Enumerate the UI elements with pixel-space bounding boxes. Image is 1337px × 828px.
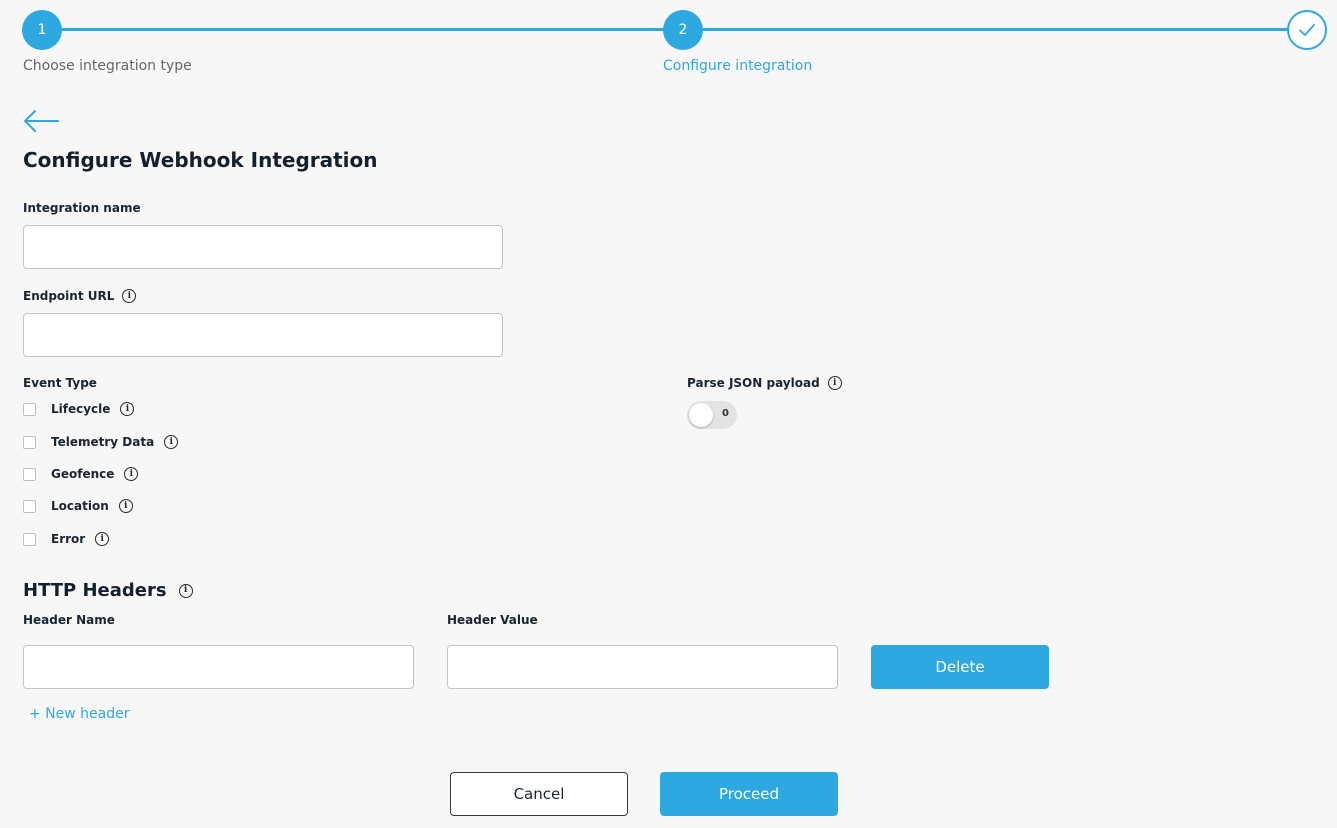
cancel-button[interactable]: Cancel [450,772,628,816]
info-icon[interactable]: i [124,467,139,481]
back-button[interactable] [22,108,60,134]
event-type-lifecycle-checkbox[interactable]: Lifecycle i [23,402,135,416]
new-header-link[interactable]: + New header [29,706,130,722]
toggle-knob [689,403,713,427]
step-1-indicator: 1 [22,10,62,50]
header-name-label: Header Name [23,613,115,627]
header-value-label-text: Header Value [447,613,538,627]
header-name-input[interactable] [23,645,414,689]
event-type-label: Event Type [23,376,97,390]
page-title: Configure Webhook Integration [23,148,378,172]
http-headers-title-text: HTTP Headers [23,580,167,601]
info-icon[interactable]: i [164,435,179,449]
event-type-geofence-checkbox[interactable]: Geofence i [23,467,139,481]
check-icon [1299,24,1315,36]
step-3-indicator [1287,10,1327,50]
checkbox-label: Geofence [51,467,115,481]
endpoint-url-input[interactable] [23,313,503,357]
checkbox-box[interactable] [23,499,36,513]
parse-json-label: Parse JSON payload i [687,376,842,390]
proceed-button[interactable]: Proceed [660,772,838,816]
header-value-label: Header Value [447,613,538,627]
info-icon[interactable]: i [178,583,193,598]
arrow-left-icon [24,110,59,132]
checkbox-box[interactable] [23,435,36,449]
header-value-input[interactable] [447,645,838,689]
checkbox-label: Telemetry Data [51,435,155,449]
checkbox-label: Error [51,532,86,546]
event-type-error-checkbox[interactable]: Error i [23,532,110,546]
integration-name-label: Integration name [23,201,141,215]
info-icon[interactable]: i [95,532,110,546]
step-2-indicator: 2 [663,10,703,50]
step-1-number: 1 [37,22,47,38]
info-icon[interactable]: i [118,499,133,513]
checkbox-label: Location [51,499,109,513]
endpoint-url-label: Endpoint URL i [23,289,137,303]
checkbox-box[interactable] [23,532,36,546]
step-2-label: Configure integration [663,58,813,74]
header-name-label-text: Header Name [23,613,115,627]
info-icon[interactable]: i [827,376,842,390]
stepper-line-1 [62,28,664,31]
integration-name-input[interactable] [23,225,503,269]
info-icon[interactable]: i [120,402,135,416]
event-type-telemetry-checkbox[interactable]: Telemetry Data i [23,435,179,449]
checkbox-box[interactable] [23,402,36,416]
checkbox-box[interactable] [23,467,36,481]
delete-header-button[interactable]: Delete [871,645,1049,689]
endpoint-url-label-text: Endpoint URL [23,289,115,303]
stepper-line-2 [702,28,1290,31]
parse-json-toggle[interactable]: 0 [687,401,737,429]
checkbox-label: Lifecycle [51,402,111,416]
toggle-state-text: 0 [722,408,729,419]
parse-json-label-text: Parse JSON payload [687,376,820,390]
event-type-label-text: Event Type [23,376,97,390]
info-icon[interactable]: i [122,289,137,303]
step-2-number: 2 [678,22,688,38]
event-type-location-checkbox[interactable]: Location i [23,499,133,513]
step-1-label: Choose integration type [23,58,192,74]
http-headers-title: HTTP Headers i [23,580,193,601]
integration-name-label-text: Integration name [23,201,141,215]
